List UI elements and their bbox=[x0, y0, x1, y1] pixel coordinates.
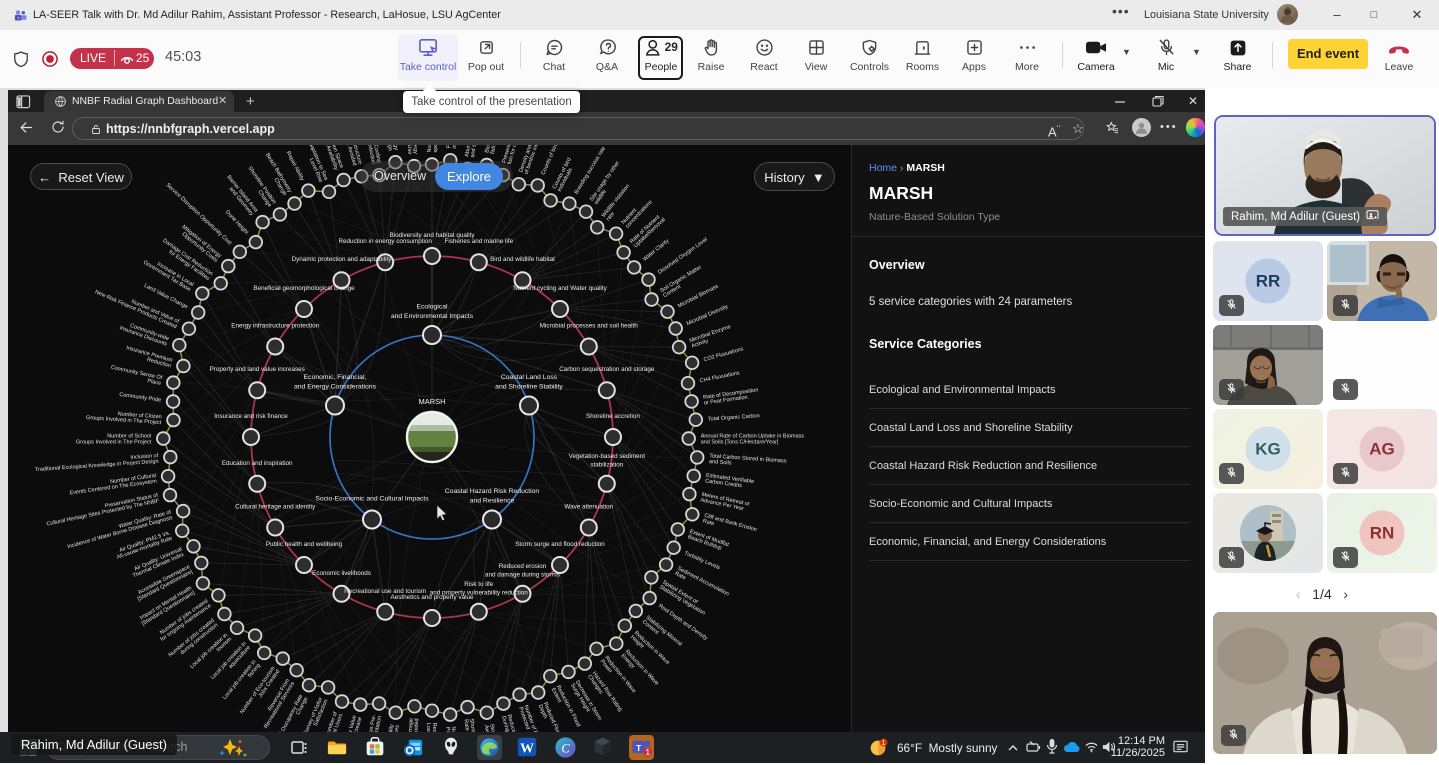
svg-text:Public health and wellbeing: Public health and wellbeing bbox=[266, 541, 343, 548]
svg-text:Number of fishspecies: Number of fishspecies bbox=[427, 145, 439, 153]
svg-text:1: 1 bbox=[645, 748, 650, 757]
svg-text:MARSH: MARSH bbox=[418, 397, 445, 406]
svg-text:Wave attenuation: Wave attenuation bbox=[564, 504, 613, 511]
svg-text:Storm surge and flood reductio: Storm surge and flood reduction bbox=[515, 541, 605, 548]
svg-text:Reduction in LivesLost: Reduction in LivesLost bbox=[425, 723, 437, 732]
svg-text:Fisheries and marine life: Fisheries and marine life bbox=[444, 238, 513, 245]
svg-text:Coastal Land Loss: Coastal Land Loss bbox=[501, 374, 558, 381]
svg-text:Shoreline accretion: Shoreline accretion bbox=[586, 413, 640, 420]
svg-text:Vegetation-based sediment: Vegetation-based sediment bbox=[569, 453, 646, 460]
svg-text:T: T bbox=[636, 743, 642, 753]
svg-text:and Shoreline Stability: and Shoreline Stability bbox=[495, 384, 563, 391]
svg-text:29: 29 bbox=[665, 39, 679, 53]
svg-text:Economic, Financial,: Economic, Financial, bbox=[304, 374, 367, 381]
svg-text:and damage during storms: and damage during storms bbox=[485, 571, 560, 578]
svg-text:and Environmental Impacts: and Environmental Impacts bbox=[391, 313, 474, 320]
svg-text:Reduced erosion: Reduced erosion bbox=[499, 563, 547, 570]
svg-text:Recreational use and tourism: Recreational use and tourism bbox=[344, 588, 426, 595]
svg-text:Nutrient cycling and Water qua: Nutrient cycling and Water quality bbox=[513, 285, 607, 292]
svg-text:Bird and wildlife habitat: Bird and wildlife habitat bbox=[490, 256, 555, 263]
svg-text:C: C bbox=[561, 741, 570, 755]
svg-text:W: W bbox=[520, 741, 534, 756]
svg-text:Ecological: Ecological bbox=[417, 304, 448, 311]
svg-text:stabilization: stabilization bbox=[590, 461, 623, 468]
svg-text:1: 1 bbox=[882, 740, 886, 747]
svg-text:Energy infrastructure protecti: Energy infrastructure protection bbox=[231, 323, 319, 330]
svg-text:Beneficial geomorphological ch: Beneficial geomorphological change bbox=[253, 285, 355, 292]
svg-text:and Resilience: and Resilience bbox=[470, 498, 515, 505]
svg-text:Education and inspiration: Education and inspiration bbox=[222, 460, 293, 467]
svg-text:Reduction in energy consumptio: Reduction in energy consumption bbox=[338, 238, 432, 245]
svg-text:Risk to life: Risk to life bbox=[464, 581, 494, 588]
svg-text:Socio-Economic and Cultural Im: Socio-Economic and Cultural Impacts bbox=[315, 496, 429, 503]
svg-text:Aesthetics and property value: Aesthetics and property value bbox=[391, 594, 474, 601]
svg-text:and Energy Considerations: and Energy Considerations bbox=[294, 384, 377, 391]
svg-text:Property and land value increa: Property and land value increases bbox=[210, 366, 305, 373]
svg-text:Economic livelihoods: Economic livelihoods bbox=[312, 570, 371, 577]
svg-text:Cultural heritage and identity: Cultural heritage and identity bbox=[235, 504, 316, 511]
svg-text:Insurance and risk finance: Insurance and risk finance bbox=[214, 413, 288, 420]
svg-text:Dynamic protection and adaptab: Dynamic protection and adaptability bbox=[292, 256, 393, 263]
svg-text:Microbial processes and soil h: Microbial processes and soil health bbox=[540, 323, 638, 330]
svg-text:Carbon sequestration and stora: Carbon sequestration and storage bbox=[559, 366, 655, 373]
svg-text:Coastal Hazard Risk Reduction: Coastal Hazard Risk Reduction bbox=[445, 488, 540, 495]
svg-text:Property DamageCost Avoided: Property DamageCost Avoided bbox=[406, 718, 421, 732]
